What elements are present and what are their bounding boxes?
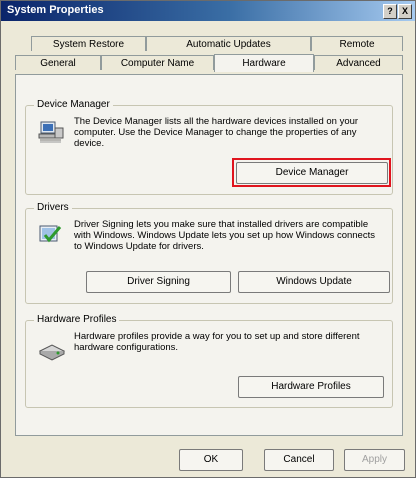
- drivers-group: Drivers Driver Signing lets you make sur…: [25, 202, 393, 304]
- hardware-tab-panel: Device Manager The Device Manager lists …: [15, 74, 403, 436]
- device-manager-icon: [38, 120, 64, 147]
- tab-general[interactable]: General: [15, 55, 101, 70]
- help-button[interactable]: ?: [383, 4, 397, 19]
- hardware-profiles-icon: [38, 341, 66, 364]
- hardware-profiles-group-title: Hardware Profiles: [34, 314, 120, 325]
- tab-hardware[interactable]: Hardware: [214, 54, 314, 72]
- system-properties-window: System Properties ? X System Restore Aut…: [0, 0, 416, 478]
- close-button[interactable]: X: [398, 4, 412, 19]
- window-title: System Properties: [7, 4, 104, 16]
- drivers-description: Driver Signing lets you make sure that i…: [74, 219, 375, 252]
- tab-computer-name[interactable]: Computer Name: [101, 55, 214, 70]
- device-manager-group-title: Device Manager: [34, 99, 113, 110]
- cancel-button[interactable]: Cancel: [264, 449, 334, 471]
- hardware-profiles-button[interactable]: Hardware Profiles: [238, 376, 384, 398]
- ok-button[interactable]: OK: [179, 449, 243, 471]
- tab-system-restore[interactable]: System Restore: [31, 36, 146, 51]
- device-manager-group: Device Manager The Device Manager lists …: [25, 99, 393, 195]
- tab-automatic-updates[interactable]: Automatic Updates: [146, 36, 311, 51]
- hardware-profiles-description: Hardware profiles provide a way for you …: [74, 331, 360, 353]
- tab-advanced[interactable]: Advanced: [314, 55, 403, 70]
- tab-remote[interactable]: Remote: [311, 36, 403, 51]
- apply-button[interactable]: Apply: [344, 449, 405, 471]
- drivers-icon: [38, 223, 64, 250]
- hardware-profiles-group: Hardware Profiles Hardware profiles prov…: [25, 314, 393, 408]
- device-manager-description: The Device Manager lists all the hardwar…: [74, 116, 359, 149]
- title-bar[interactable]: System Properties ? X: [1, 1, 415, 21]
- driver-signing-button[interactable]: Driver Signing: [86, 271, 231, 293]
- windows-update-button[interactable]: Windows Update: [238, 271, 390, 293]
- device-manager-button[interactable]: Device Manager: [236, 162, 388, 184]
- drivers-group-title: Drivers: [34, 202, 72, 213]
